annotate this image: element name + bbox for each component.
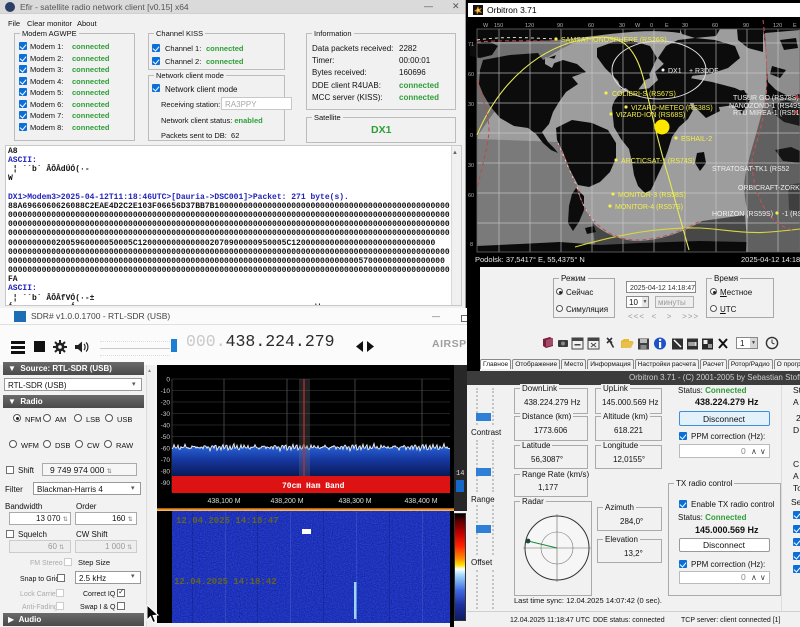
svg-text:0: 0 [166, 377, 170, 384]
svg-text:-70: -70 [161, 457, 171, 464]
svg-text:-50: -50 [161, 434, 171, 441]
svg-text:-20: -20 [161, 400, 171, 407]
svg-text:-60: -60 [161, 446, 171, 453]
svg-text:-90: -90 [161, 480, 171, 487]
svg-text:-10: -10 [161, 388, 171, 395]
svg-text:438,400 M: 438,400 M [404, 498, 437, 505]
svg-text:-40: -40 [161, 423, 171, 430]
svg-text:438,300 M: 438,300 M [338, 498, 371, 505]
svg-text:-80: -80 [161, 469, 171, 476]
svg-text:438,200 M: 438,200 M [270, 498, 303, 505]
svg-text:-30: -30 [161, 411, 171, 418]
svg-text:12.04.2025 14:18:42: 12.04.2025 14:18:42 [174, 577, 277, 587]
svg-text:70cm Ham Band: 70cm Ham Band [282, 482, 345, 491]
svg-text:438,100 M: 438,100 M [207, 498, 240, 505]
svg-text:12.04.2025 14:18:47: 12.04.2025 14:18:47 [176, 516, 279, 526]
